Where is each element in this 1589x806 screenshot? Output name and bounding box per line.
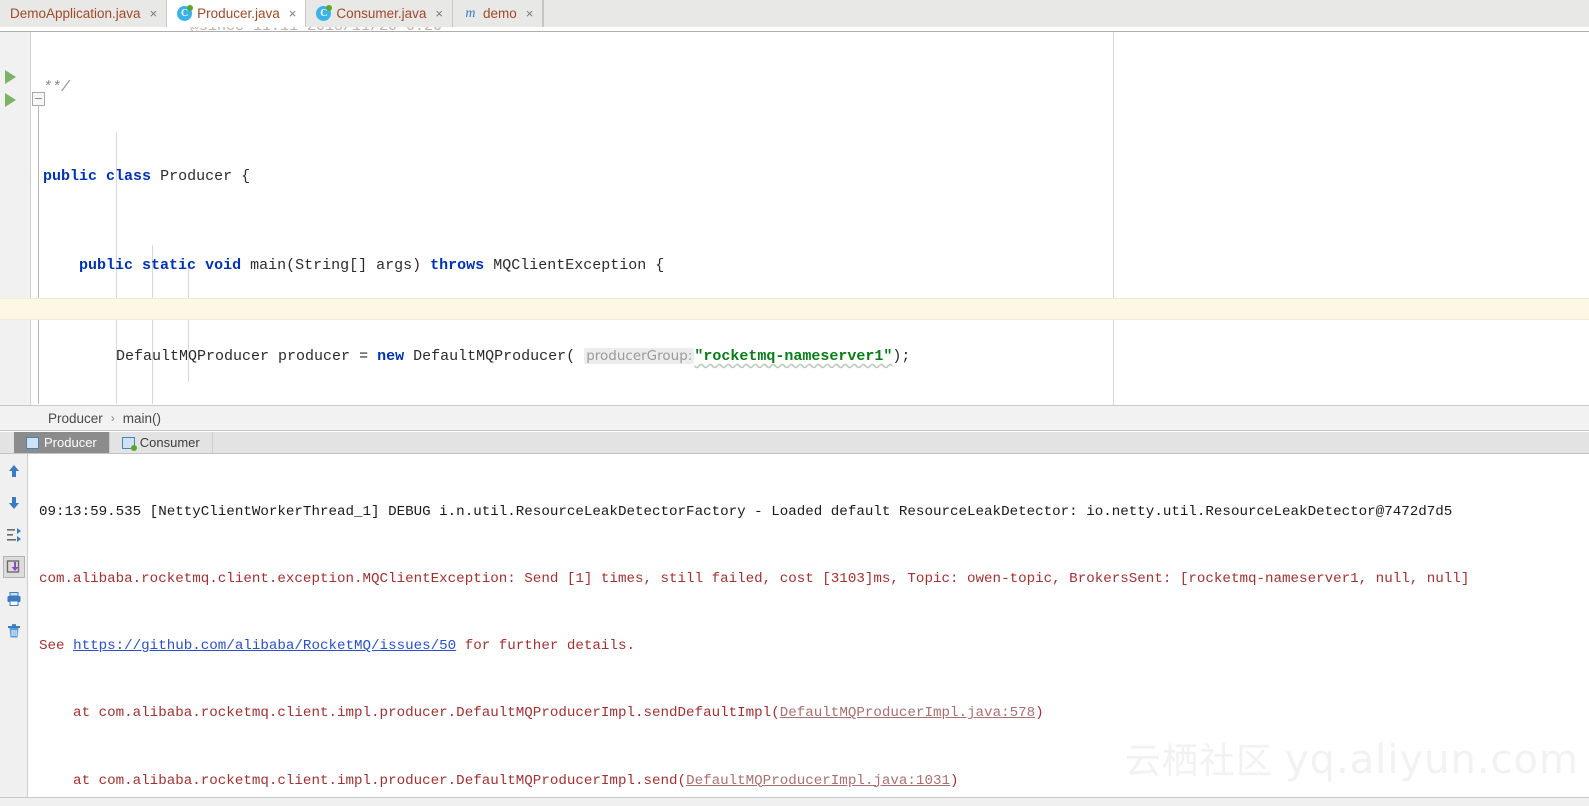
console-text: See xyxy=(39,638,74,655)
status-bar-strip xyxy=(0,797,1589,806)
method-args: (String[] args) xyxy=(286,257,422,275)
editor-tab-label: Producer.java xyxy=(197,6,280,21)
run-tab-label: Producer xyxy=(44,435,97,450)
code-line-4: DefaultMQProducer producer = new Default… xyxy=(31,345,1589,367)
run-tab-producer[interactable]: Producer xyxy=(14,432,110,453)
source-code[interactable]: **/ public class Producer { public stati… xyxy=(31,32,1589,405)
console-text: at com.alibaba.rocketmq.client.impl.prod… xyxy=(39,772,687,789)
console-text: ) xyxy=(1035,705,1044,722)
method-name: main xyxy=(250,257,287,275)
brace: { xyxy=(655,257,665,275)
run-tab-consumer[interactable]: Consumer xyxy=(110,432,213,453)
kw-void: void xyxy=(205,257,242,275)
scroll-down-icon[interactable] xyxy=(3,492,25,514)
console-text: 09:13:59.535 [NettyClientWorkerThread_1]… xyxy=(39,503,1453,520)
editor-tab-label: DemoApplication.java xyxy=(10,6,141,21)
console-text: ) xyxy=(950,772,959,789)
run-class-gutter-icon[interactable] xyxy=(5,70,16,84)
editor-tab-label: Consumer.java xyxy=(336,6,427,21)
close-icon[interactable]: × xyxy=(526,7,534,21)
editor-gutter[interactable] xyxy=(0,32,31,405)
editor-tab-demoapplication[interactable]: DemoApplication.java × xyxy=(0,0,168,27)
parameter-hint: producerGroup: xyxy=(584,347,695,364)
constructor-call: DefaultMQProducer( xyxy=(413,347,576,365)
kw-public: public xyxy=(79,257,134,275)
console-line: at com.alibaba.rocketmq.client.impl.prod… xyxy=(29,770,1589,792)
console-line: com.alibaba.rocketmq.client.exception.MQ… xyxy=(29,568,1589,590)
run-method-gutter-icon[interactable] xyxy=(5,93,16,107)
console-line: at com.alibaba.rocketmq.client.impl.prod… xyxy=(29,702,1589,724)
code-editor[interactable]: @since 11.11 2018/11/20 0:20 **/ public … xyxy=(0,27,1589,405)
javadoc-close: **/ xyxy=(43,78,71,96)
intellij-idea-window: DemoApplication.java × C Producer.java ×… xyxy=(0,0,1589,806)
stacktrace-link[interactable]: DefaultMQProducerImpl.java:578 xyxy=(780,705,1035,721)
run-config-running-icon xyxy=(121,436,137,451)
class-name: Producer xyxy=(160,168,233,186)
print-icon[interactable] xyxy=(3,588,25,610)
close-icon[interactable]: × xyxy=(435,7,443,21)
java-class-icon: C xyxy=(316,5,333,21)
run-tool-window-tabs: Producer Consumer xyxy=(0,432,1589,454)
code-line-1: **/ xyxy=(31,77,1589,99)
scroll-to-end-icon[interactable] xyxy=(2,556,25,578)
editor-tab-demo[interactable]: m demo × xyxy=(452,0,544,27)
editor-tab-producer[interactable]: C Producer.java × xyxy=(167,0,307,28)
kw-class: class xyxy=(106,168,152,186)
breadcrumb[interactable]: Producer › main() xyxy=(0,405,1589,431)
console-text: for further details. xyxy=(456,638,635,655)
soft-wrap-icon[interactable] xyxy=(3,524,25,546)
code-line-2: public class Producer { xyxy=(31,166,1589,188)
type-name: DefaultMQProducer xyxy=(116,347,270,365)
kw-static: static xyxy=(142,257,197,275)
console-line: 09:13:59.535 [NettyClientWorkerThread_1]… xyxy=(29,501,1589,523)
tab-bar-filler xyxy=(543,0,1589,27)
issue-url-link[interactable]: https://github.com/alibaba/RocketMQ/issu… xyxy=(73,638,456,654)
var-name: producer xyxy=(278,347,351,365)
run-tabs-filler xyxy=(213,432,1589,453)
operator: = xyxy=(359,347,369,365)
run-tab-label: Consumer xyxy=(139,435,200,450)
console-text: com.alibaba.rocketmq.client.exception.MQ… xyxy=(39,571,1470,588)
editor-tab-consumer[interactable]: C Consumer.java × xyxy=(306,0,453,27)
breadcrumb-class[interactable]: Producer xyxy=(48,411,103,426)
editor-tab-bar: DemoApplication.java × C Producer.java ×… xyxy=(0,0,1589,28)
run-config-icon xyxy=(26,436,39,449)
stacktrace-link[interactable]: DefaultMQProducerImpl.java:1031 xyxy=(686,773,950,789)
line-tail: ); xyxy=(892,347,911,365)
string-literal: "rocketmq-nameserver1" xyxy=(694,347,893,365)
kw-throws: throws xyxy=(430,257,485,275)
console-toolbar xyxy=(0,454,28,806)
breadcrumb-method[interactable]: main() xyxy=(123,411,161,426)
console-line: See https://github.com/alibaba/RocketMQ/… xyxy=(29,635,1589,657)
java-class-icon: C xyxy=(177,5,194,21)
close-icon[interactable]: × xyxy=(150,7,158,21)
exception-type: MQClientException xyxy=(493,257,647,275)
brace: { xyxy=(241,168,251,186)
console-text: at com.alibaba.rocketmq.client.impl.prod… xyxy=(39,705,780,722)
scroll-up-icon[interactable] xyxy=(3,460,25,482)
code-line-3: public static void main(String[] args) t… xyxy=(31,255,1589,277)
editor-tab-label: demo xyxy=(482,6,517,21)
maven-module-icon: m xyxy=(465,6,476,21)
chevron-right-icon: › xyxy=(110,411,115,425)
trash-icon[interactable] xyxy=(3,620,25,642)
close-icon[interactable]: × xyxy=(289,7,297,21)
console-output[interactable]: 09:13:59.535 [NettyClientWorkerThread_1]… xyxy=(29,454,1589,806)
kw-public: public xyxy=(43,168,98,186)
kw-new: new xyxy=(377,347,405,365)
